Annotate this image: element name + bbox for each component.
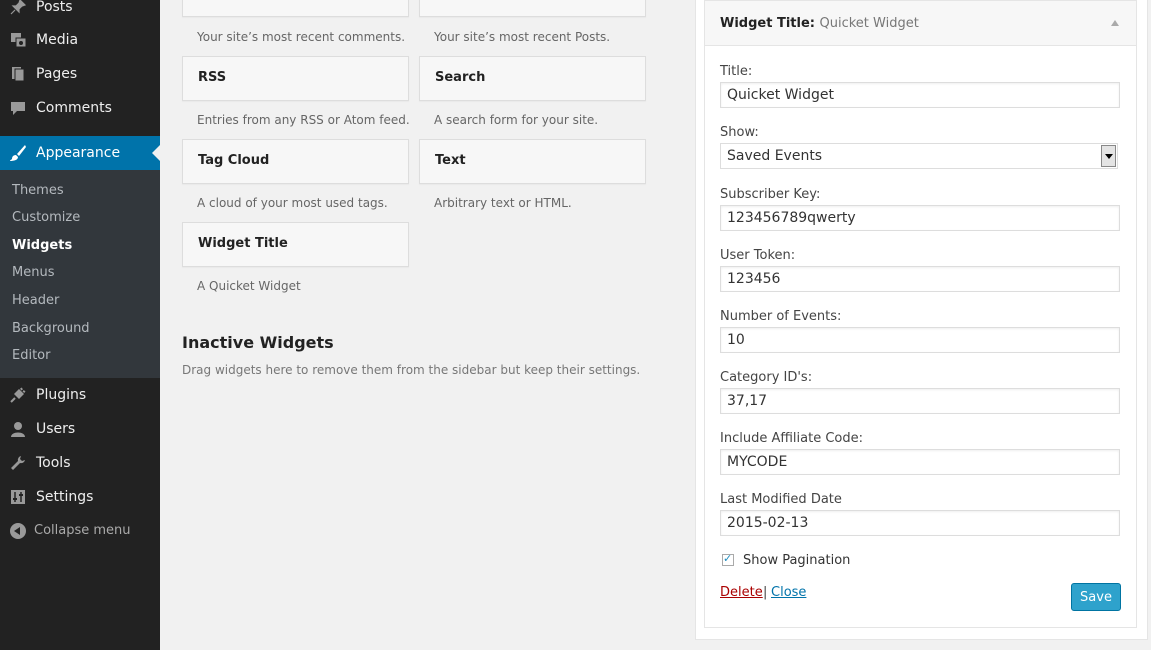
widget-desc-recent-comments: Your site’s most recent comments. [197,30,406,44]
menu-label-tools: Tools [36,455,71,471]
pin-icon [9,0,27,16]
menu-label-comments: Comments [36,100,112,116]
submenu-customize[interactable]: Customize [12,210,80,225]
menu-item-pages[interactable]: Pages [0,57,160,91]
widget-recent-comments[interactable] [182,0,409,17]
appearance-submenu: Themes Customize Widgets Menus Header Ba… [0,170,160,378]
pages-icon [9,65,27,83]
widget-title-quicket: Widget Title [198,236,288,251]
widget-title-text: Text [435,153,466,168]
title-label: Title: [720,64,753,79]
menu-item-users[interactable]: Users [0,412,160,446]
widget-rss[interactable]: RSS [182,56,409,101]
menu-item-appearance[interactable]: Appearance [0,136,160,170]
affiliate-code-input[interactable]: MYCODE [720,449,1120,475]
last-modified-input[interactable]: 2015-02-13 [720,510,1120,536]
widget-panel-header[interactable]: Widget Title: Quicket Widget [705,1,1136,46]
menu-item-comments[interactable]: Comments [0,91,160,125]
inactive-widgets-description: Drag widgets here to remove them from th… [182,363,641,377]
widget-desc-rss: Entries from any RSS or Atom feed. [197,113,410,127]
settings-icon [9,488,27,506]
widget-recent-posts[interactable] [419,0,646,17]
menu-item-tools[interactable]: Tools [0,446,160,480]
category-ids-label: Category ID's: [720,370,813,385]
widget-desc-text: Arbitrary text or HTML. [434,196,572,210]
widget-desc-tag-cloud: A cloud of your most used tags. [197,196,388,210]
widget-title-tag-cloud: Tag Cloud [198,153,270,168]
save-button[interactable]: Save [1071,583,1121,611]
chevron-down-icon[interactable] [1101,145,1116,167]
title-input[interactable]: Quicket Widget [720,82,1120,108]
menu-label-appearance: Appearance [36,145,121,161]
menu-item-settings[interactable]: Settings [0,480,160,514]
show-pagination-label: Show Pagination [743,553,851,568]
menu-item-media[interactable]: Media [0,23,160,57]
subscriber-key-label: Subscriber Key: [720,187,821,202]
menu-label-media: Media [36,32,79,48]
widget-desc-search: A search form for your site. [434,113,599,127]
submenu-editor[interactable]: Editor [12,348,50,363]
menu-label-plugins: Plugins [36,387,87,403]
number-of-events-input[interactable]: 10 [720,327,1120,353]
user-token-label: User Token: [720,248,796,263]
brush-icon [9,144,27,162]
submenu-widgets[interactable]: Widgets [12,238,72,253]
menu-label-users: Users [36,421,76,437]
menu-label-pages: Pages [36,66,78,82]
collapse-menu-button[interactable]: Collapse menu [0,518,160,544]
collapse-menu-label: Collapse menu [34,523,131,538]
widget-edit-panel: Widget Title: Quicket Widget Title: Quic… [704,0,1137,628]
widget-quicket[interactable]: Widget Title [182,222,409,267]
menu-label-posts: Posts [36,0,73,15]
widget-desc-quicket: A Quicket Widget [197,279,301,293]
user-token-input[interactable]: 123456 [720,266,1120,292]
current-arrow [152,145,160,161]
widget-search[interactable]: Search [419,56,646,101]
close-link[interactable]: Close [771,585,806,600]
widget-text[interactable]: Text [419,139,646,184]
widget-tag-cloud[interactable]: Tag Cloud [182,139,409,184]
menu-item-plugins[interactable]: Plugins [0,378,160,412]
media-icon [9,31,27,49]
last-modified-label: Last Modified Date [720,492,842,507]
widget-panel-title-name: Quicket Widget [819,16,919,31]
affiliate-code-label: Include Affiliate Code: [720,431,863,446]
link-separator: | [763,585,768,600]
show-label: Show: [720,125,759,140]
delete-link[interactable]: Delete [720,585,763,600]
widget-title-rss: RSS [198,70,227,85]
admin-sidebar: Posts Media Pages Comments Appearance Th… [0,0,160,650]
subscriber-key-input[interactable]: 123456789qwerty [720,205,1120,231]
inactive-widgets-heading: Inactive Widgets [182,333,334,352]
category-ids-input[interactable]: 37,17 [720,388,1120,414]
user-icon [9,420,27,438]
plugin-icon [9,386,27,404]
submenu-header[interactable]: Header [12,293,59,308]
comment-icon [9,99,27,117]
number-of-events-label: Number of Events: [720,309,842,324]
collapse-arrow-icon [10,523,26,539]
show-select-value: Saved Events [727,148,823,164]
collapse-toggle-icon[interactable] [1111,20,1119,26]
wrench-icon [9,454,27,472]
widget-desc-recent-posts: Your site’s most recent Posts. [434,30,611,44]
show-pagination-checkbox[interactable] [722,552,734,566]
widget-panel-title: Widget Title: Quicket Widget [720,16,919,31]
show-select[interactable]: Saved Events [720,143,1118,169]
widget-title-search: Search [435,70,486,85]
submenu-themes[interactable]: Themes [12,183,64,198]
menu-item-posts[interactable]: Posts [0,0,160,24]
widget-panel-title-label: Widget Title: [720,16,815,31]
menu-label-settings: Settings [36,489,94,505]
submenu-menus[interactable]: Menus [12,265,54,280]
submenu-background[interactable]: Background [12,321,90,336]
